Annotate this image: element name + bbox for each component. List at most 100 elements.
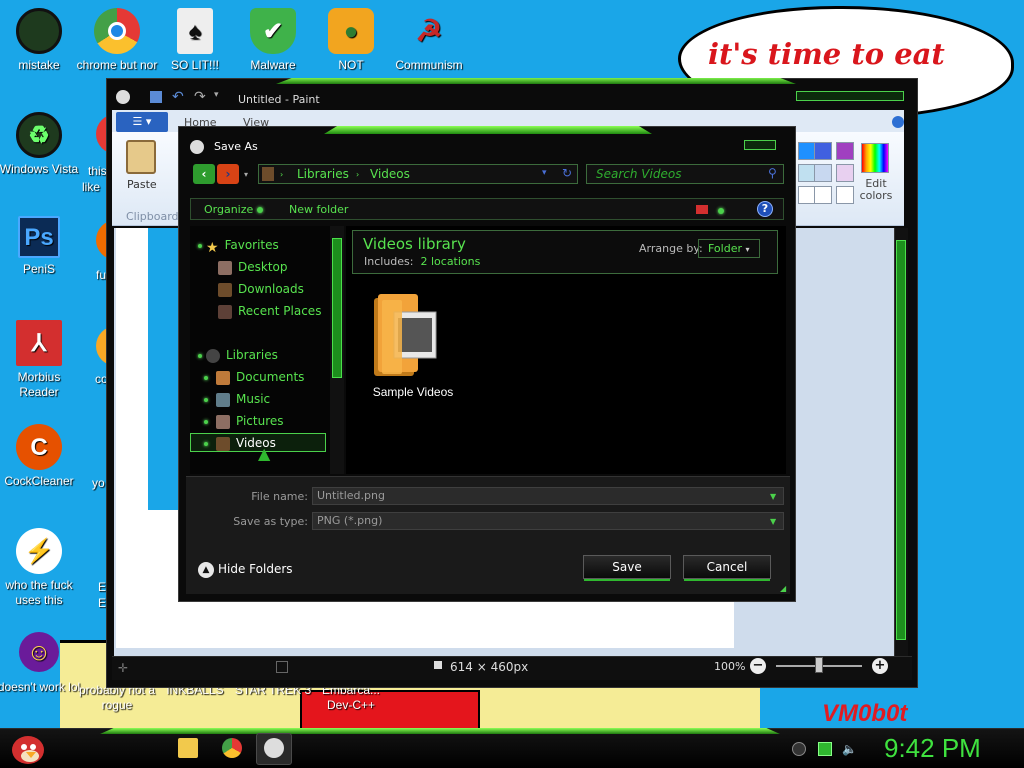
view-options-icon[interactable] (696, 205, 708, 214)
save-button[interactable]: Save (583, 555, 671, 579)
clipboard-group-label: Clipboard (126, 210, 179, 223)
nav-item-recent-places[interactable]: Recent Places (218, 302, 321, 320)
organize-button[interactable]: Organize (204, 203, 263, 216)
search-icon[interactable]: ⚲ (768, 166, 777, 180)
taskbar-clock[interactable]: 9:42 PM (884, 733, 981, 764)
edit-colors-icon[interactable] (861, 143, 889, 173)
nav-item-pictures[interactable]: Pictures (204, 412, 284, 430)
desktop-icon-morbius-reader[interactable]: ⅄ Morbius Reader (0, 320, 81, 400)
organize-label: Organize (204, 203, 254, 216)
breadcrumb-separator-icon: › (356, 170, 360, 179)
desktop-icon-photoshop[interactable]: Ps PeniS (0, 216, 81, 277)
save-quick-icon[interactable] (150, 91, 162, 103)
video-folder-icon[interactable] (372, 292, 438, 378)
desktop-icon-chrome[interactable]: chrome but nor (75, 8, 159, 73)
partial-label: fu (96, 268, 107, 282)
dialog-close-button[interactable] (744, 140, 776, 150)
color-swatch[interactable] (836, 142, 854, 160)
winamp-bolt-icon: ⚡ (16, 528, 62, 574)
desktop-icon-not[interactable]: ● NOT (309, 8, 393, 73)
desktop-icon-ccleaner[interactable]: C CockCleaner (0, 424, 81, 489)
resize-grip-icon[interactable]: ◢ (780, 584, 786, 593)
expand-arrow-icon[interactable] (204, 397, 208, 402)
undo-icon[interactable]: ↶ (172, 89, 184, 105)
expand-arrow-icon[interactable] (198, 353, 202, 358)
paint-help-icon[interactable] (892, 116, 904, 128)
breadcrumb-libraries[interactable]: Libraries (297, 167, 349, 181)
breadcrumb-videos[interactable]: Videos (370, 167, 410, 181)
desktop-icon-label: CockCleaner (4, 474, 74, 488)
dialog-toolbar (190, 198, 784, 220)
desktop-icon-label: mistake (18, 58, 60, 72)
expand-arrow-icon[interactable] (204, 375, 208, 380)
color-swatch[interactable] (836, 186, 854, 204)
desktop-icon-yahoo-messenger[interactable]: ☺ doesn't work lol (0, 632, 81, 695)
forward-button[interactable]: › (217, 164, 239, 184)
paste-icon[interactable] (126, 140, 156, 174)
desktop-icon-malware[interactable]: ✔ Malware (231, 8, 315, 73)
nav-item-music[interactable]: Music (204, 390, 270, 408)
paint-scroll-thumb[interactable] (896, 240, 906, 640)
desktop-icon-winamp[interactable]: ⚡ who the fuck uses this (0, 528, 81, 608)
new-folder-button[interactable]: New folder (289, 203, 348, 216)
cancel-button[interactable]: Cancel (683, 555, 771, 579)
color-swatch[interactable] (814, 142, 832, 160)
taskbar-chrome-icon[interactable] (222, 738, 242, 758)
paint-file-menu-button[interactable]: ☰ ▾ (116, 112, 168, 132)
expand-arrow-icon[interactable] (204, 441, 208, 446)
search-placeholder[interactable]: Search Videos (596, 167, 681, 181)
desktop-icon-solitaire[interactable]: ♠ SO LIT!!! (153, 8, 237, 73)
color-swatch[interactable] (814, 186, 832, 204)
taskbar-explorer-icon[interactable] (178, 738, 198, 758)
address-dropdown-icon[interactable]: ▾ (542, 168, 547, 178)
tray-network-icon[interactable] (818, 742, 832, 756)
expand-arrow-icon[interactable] (198, 243, 202, 248)
desktop-icon-label: SO LIT!!! (170, 58, 219, 72)
tray-chevron-icon[interactable] (792, 742, 806, 756)
redo-icon[interactable]: ↷ (194, 89, 206, 105)
save-type-select[interactable]: PNG (*.png) (312, 512, 784, 530)
nav-item-favorites[interactable]: ★ Favorites (198, 236, 279, 256)
file-name-dropdown-icon[interactable]: ▼ (770, 492, 776, 501)
file-name-input[interactable]: Untitled.png (312, 487, 784, 505)
nav-item-documents[interactable]: Documents (204, 368, 304, 386)
desktop-icon-communism[interactable]: ☭ Communism (387, 8, 471, 73)
refresh-icon[interactable]: ↻ (562, 166, 572, 180)
expand-arrow-icon[interactable] (204, 419, 208, 424)
dialog-help-button[interactable]: ? (757, 201, 773, 217)
edit-colors-button[interactable]: Edit colors (858, 178, 894, 202)
includes-locations-link[interactable]: 2 locations (420, 255, 480, 268)
tray-volume-icon[interactable]: 🔈 (842, 742, 857, 756)
taskbar-paint-icon[interactable] (264, 738, 284, 758)
nav-item-downloads[interactable]: Downloads (218, 280, 304, 298)
nav-item-desktop[interactable]: Desktop (218, 258, 288, 276)
paint-window-controls[interactable] (796, 91, 904, 101)
desktop-icon-label: NOT (338, 58, 364, 72)
zoom-slider-thumb[interactable] (815, 657, 823, 673)
arrange-by-dropdown[interactable]: Folder ▾ (698, 239, 760, 258)
nav-item-label: Favorites (224, 238, 279, 252)
nav-pane-scroll-thumb[interactable] (332, 238, 342, 378)
hide-folders-button[interactable]: ▲ Hide Folders (198, 560, 293, 578)
zoom-in-button[interactable]: + (872, 658, 888, 674)
desktop-icon-label: Morbius Reader (17, 370, 61, 399)
shield-check-icon: ✔ (250, 8, 296, 54)
color-swatch[interactable] (814, 164, 832, 182)
desktop-icon-windows-vista[interactable]: ♻ Windows Vista (0, 112, 81, 177)
organize-dropdown-icon (256, 207, 263, 213)
back-button[interactable]: ‹ (193, 164, 215, 184)
quick-access-dropdown-icon[interactable]: ▾ (214, 90, 219, 100)
folder-item-label[interactable]: Sample Videos (356, 385, 470, 399)
adobe-reader-icon: ⅄ (16, 320, 62, 366)
view-options-dropdown-icon[interactable] (718, 203, 724, 217)
recent-locations-dropdown-icon[interactable]: ▾ (244, 170, 248, 179)
color-swatch[interactable] (836, 164, 854, 182)
arrange-by-value: Folder (708, 242, 742, 255)
desktop-icon-mistake[interactable]: mistake (0, 8, 81, 73)
start-button-angry-bird-icon[interactable] (8, 730, 48, 766)
selection-size-icon (276, 661, 288, 673)
zoom-out-button[interactable]: − (750, 658, 766, 674)
save-type-dropdown-icon[interactable]: ▼ (770, 517, 776, 526)
nav-item-libraries[interactable]: Libraries (198, 346, 278, 364)
paste-button[interactable]: Paste (127, 178, 157, 191)
